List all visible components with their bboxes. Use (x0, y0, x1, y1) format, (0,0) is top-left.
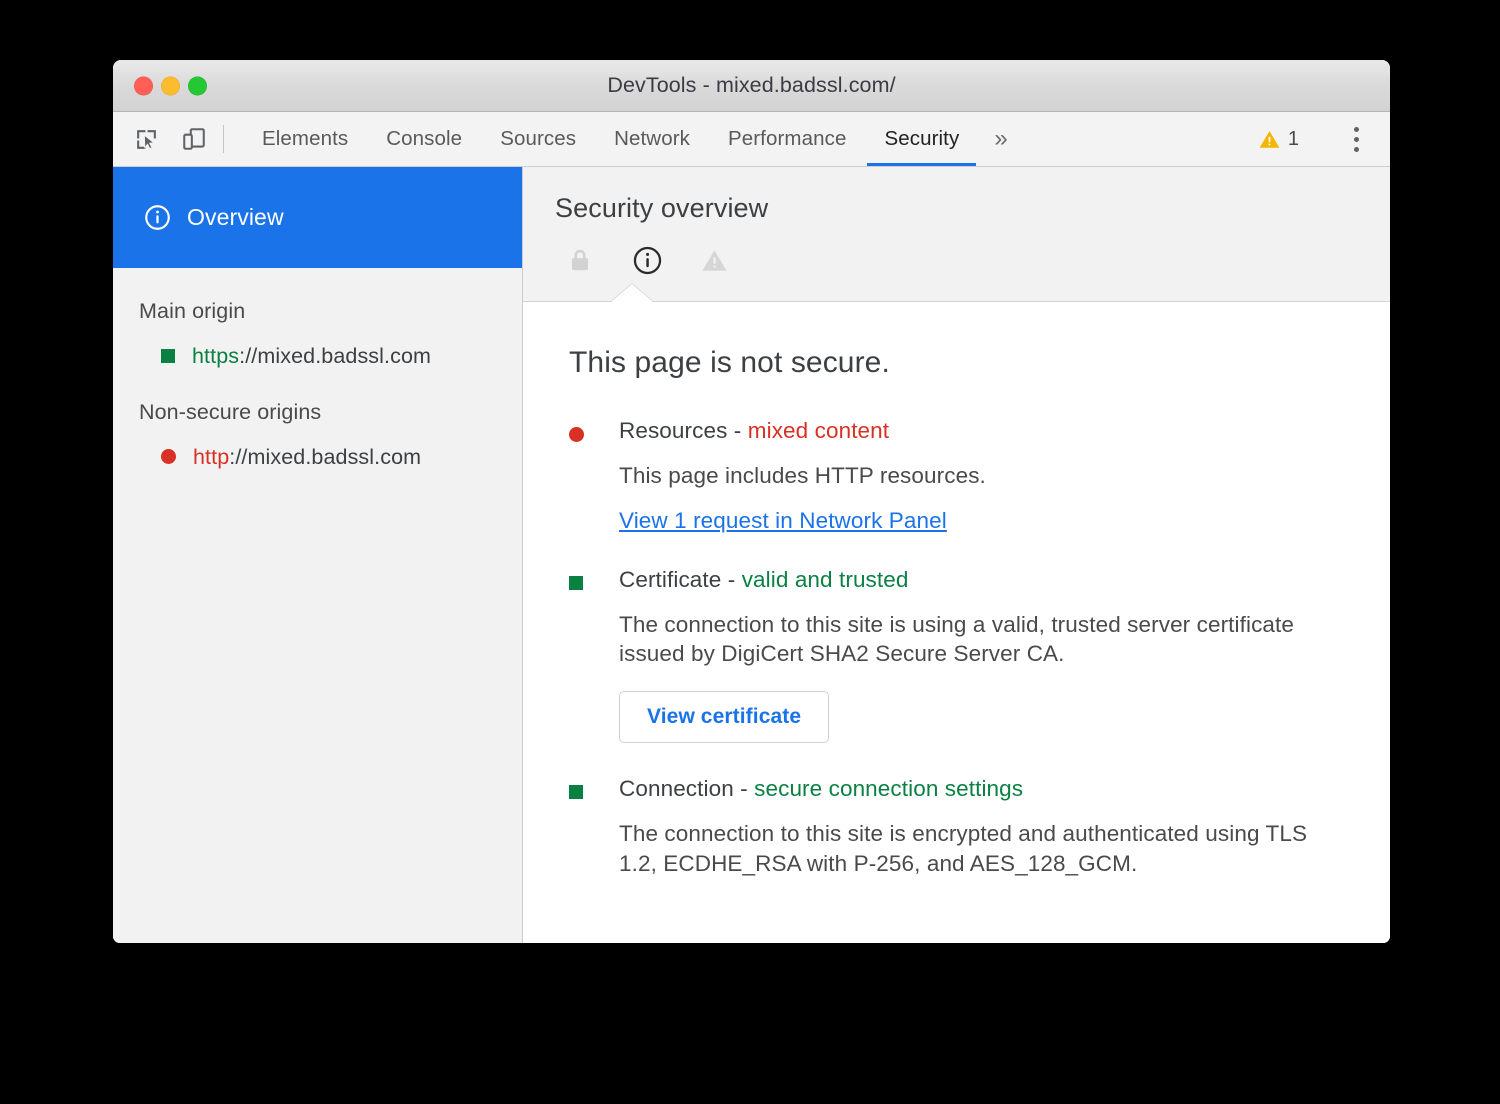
device-toolbar-icon[interactable] (176, 121, 212, 157)
explanation-title-state: secure connection settings (754, 776, 1023, 801)
explanation-certificate: Certificate - valid and trusted The conn… (569, 567, 1350, 743)
warning-count: 1 (1288, 128, 1299, 151)
tab-sources[interactable]: Sources (481, 112, 595, 166)
secure-square-icon (569, 776, 619, 878)
warning-count-badge[interactable]: 1 (1248, 128, 1309, 151)
sidebar-item-overview[interactable]: Overview (113, 167, 522, 268)
secure-square-icon (569, 567, 619, 743)
explanation-title-main: Certificate - (619, 567, 742, 592)
insecure-dot-icon (161, 445, 176, 470)
explanation-text: The connection to this site is encrypted… (619, 819, 1350, 878)
security-sidebar: Overview Main origin https://mixed.badss… (113, 167, 523, 943)
tab-label: Console (386, 127, 462, 151)
sidebar-group-title-main-origin: Main origin (113, 268, 522, 324)
window-titlebar: DevTools - mixed.badssl.com/ (113, 60, 1390, 112)
insecure-dot-icon (569, 418, 619, 534)
explanation-title-state: mixed content (748, 418, 889, 443)
page-title: Security overview (523, 193, 1390, 224)
tab-label: Performance (728, 127, 846, 151)
tab-label: Security (884, 127, 959, 151)
view-requests-link[interactable]: View 1 request in Network Panel (619, 508, 947, 534)
tab-label: Network (614, 127, 690, 151)
sidebar-origin-main[interactable]: https://mixed.badssl.com (113, 324, 522, 369)
tab-performance[interactable]: Performance (709, 112, 865, 166)
warning-triangle-icon[interactable] (695, 241, 733, 279)
traffic-light-controls (134, 76, 207, 95)
tab-elements[interactable]: Elements (243, 112, 367, 166)
tab-network[interactable]: Network (595, 112, 709, 166)
warning-triangle-icon (1258, 128, 1281, 151)
minimize-window-button[interactable] (161, 76, 180, 95)
explanation-title-state: valid and trusted (742, 567, 909, 592)
sidebar-origin-nonsecure[interactable]: http://mixed.badssl.com (113, 425, 522, 470)
explanation-connection: Connection - secure connection settings … (569, 776, 1350, 878)
security-panel: Overview Main origin https://mixed.badss… (113, 167, 1390, 943)
inspect-element-icon[interactable] (128, 121, 164, 157)
explanation-title-main: Connection - (619, 776, 754, 801)
lock-icon[interactable] (561, 241, 599, 279)
panel-tabs: Elements Console Sources Network Perform… (235, 112, 1248, 166)
more-tabs-icon[interactable]: » (978, 112, 1023, 166)
maximize-window-button[interactable] (188, 76, 207, 95)
security-summary-icons (523, 224, 1390, 301)
security-headline: This page is not secure. (569, 346, 1350, 380)
secure-square-icon (161, 344, 175, 369)
devtools-window: DevTools - mixed.badssl.com/ Elem (113, 60, 1390, 943)
explanation-text: The connection to this site is using a v… (619, 610, 1350, 669)
tool-icon-group (113, 112, 212, 166)
security-main-header: Security overview (523, 167, 1390, 302)
explanation-title: Resources - mixed content (619, 418, 1350, 444)
sidebar-group-title-non-secure-origins: Non-secure origins (113, 369, 522, 425)
tab-label: Elements (262, 127, 348, 151)
origin-host: ://mixed.badssl.com (229, 445, 421, 470)
security-explanations: This page is not secure. Resources - mix… (523, 302, 1390, 911)
explanation-title: Connection - secure connection settings (619, 776, 1350, 802)
origin-scheme: http (193, 445, 229, 470)
more-options-icon[interactable] (1336, 119, 1376, 159)
tab-security[interactable]: Security (865, 112, 978, 166)
tab-label: Sources (500, 127, 576, 151)
toolbar-divider (223, 125, 224, 153)
security-main: Security overview (523, 167, 1390, 943)
info-circle-icon (144, 204, 171, 231)
tab-console[interactable]: Console (367, 112, 481, 166)
explanation-resources: Resources - mixed content This page incl… (569, 418, 1350, 534)
origin-scheme: https (192, 344, 239, 369)
close-window-button[interactable] (134, 76, 153, 95)
origin-host: ://mixed.badssl.com (239, 344, 431, 369)
explanation-text: This page includes HTTP resources. (619, 461, 1350, 491)
tabbar-right-controls: 1 (1248, 112, 1390, 166)
active-summary-pointer (611, 284, 653, 302)
window-title: DevTools - mixed.badssl.com/ (607, 73, 895, 98)
view-certificate-button[interactable]: View certificate (619, 691, 829, 743)
explanation-title: Certificate - valid and trusted (619, 567, 1350, 593)
devtools-tabbar: Elements Console Sources Network Perform… (113, 112, 1390, 167)
explanation-title-main: Resources - (619, 418, 748, 443)
sidebar-item-label: Overview (187, 204, 284, 231)
info-circle-icon[interactable] (628, 241, 666, 279)
